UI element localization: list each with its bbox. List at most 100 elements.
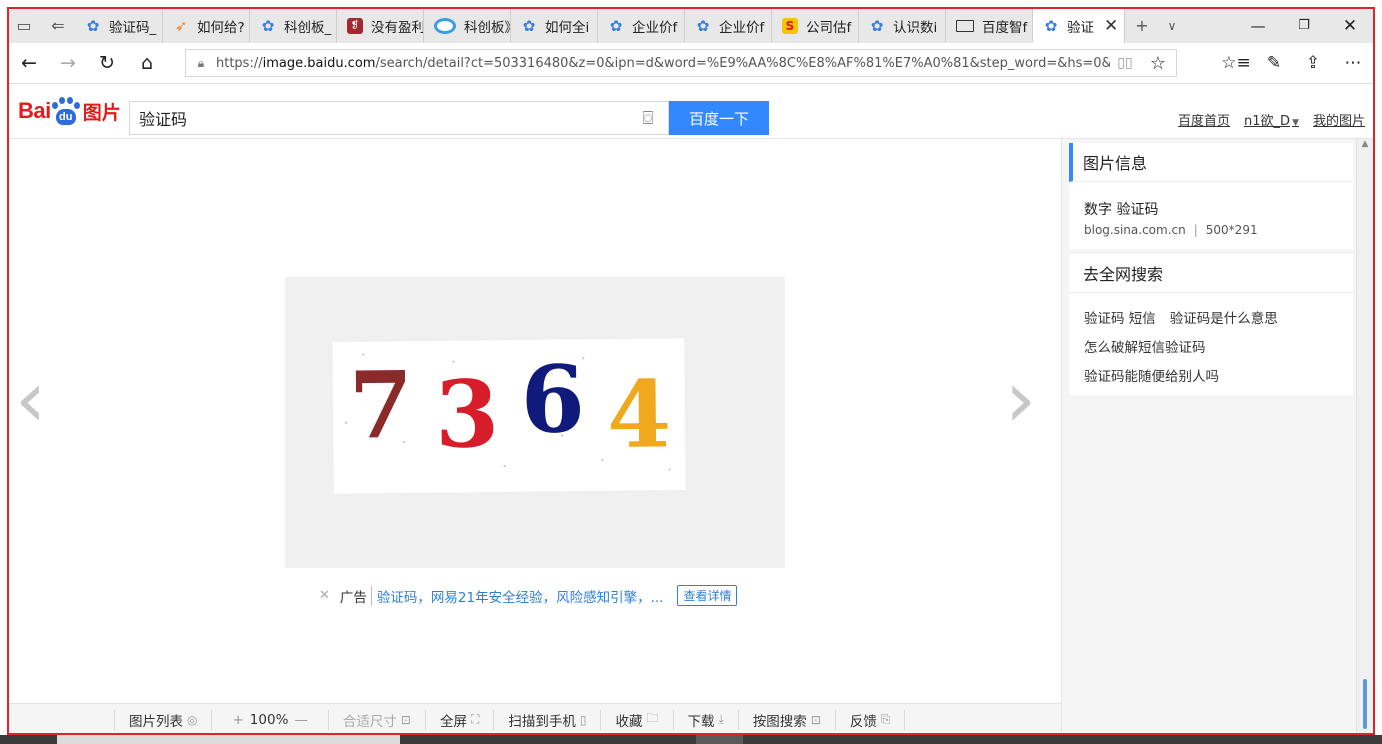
site-icon: ❡ xyxy=(347,17,363,34)
ad-details-button[interactable]: 查看详情 xyxy=(677,585,738,606)
back-icon[interactable]: ← xyxy=(11,47,47,79)
lock-icon[interactable]: 🔒︎ xyxy=(186,56,216,71)
my-images-link[interactable]: 我的图片 xyxy=(1313,110,1365,129)
baidu-paw-icon: ✿ xyxy=(261,16,275,35)
home-icon[interactable]: ⌂ xyxy=(129,47,165,79)
camera-search-icon[interactable]: ⌼ xyxy=(628,108,668,129)
taskbar-item[interactable] xyxy=(696,735,743,744)
set-aside-tabs-icon[interactable]: ⇐ xyxy=(43,9,73,42)
tab[interactable]: 科创板》 xyxy=(424,9,511,42)
fullscreen-icon: ⛶ xyxy=(470,712,480,726)
ad-bar: ✕ 广告 验证码，网易21年安全经验，风险感知引擎，... 查看详情 xyxy=(319,585,738,606)
search-button[interactable]: 百度一下 xyxy=(669,101,769,135)
zoom-out-icon[interactable]: — xyxy=(294,712,308,728)
close-ad-icon[interactable]: ✕ xyxy=(319,588,330,603)
tab[interactable]: ✿ 企业价f xyxy=(598,9,685,42)
previous-image-arrow-icon[interactable]: ‹ xyxy=(15,361,46,439)
toolbar-label: 按图搜索 xyxy=(752,713,807,730)
refresh-icon[interactable]: ↻ xyxy=(89,47,125,79)
related-search-link[interactable]: 验证码 短信 xyxy=(1084,311,1156,327)
user-name[interactable]: n1欲_D xyxy=(1244,114,1290,129)
main-image[interactable]: 7 3 6 4 xyxy=(285,277,785,568)
browser-window: ▭ ⇐ ✿ 验证码_ ➶ 如何给? ✿ 科创板_ ❡ 没有盈利 科创板》 ✿ 如… xyxy=(7,7,1375,735)
scroll-up-icon[interactable]: ▲ xyxy=(1357,139,1373,149)
noise-dot xyxy=(668,468,671,471)
scan-to-phone-button[interactable]: 扫描到手机 ▯ xyxy=(493,709,600,730)
tab[interactable]: ✿ 验证码_ xyxy=(75,9,163,42)
tab[interactable]: ✿ 如何全i xyxy=(511,9,598,42)
user-menu[interactable]: n1欲_D ▼ xyxy=(1244,110,1299,129)
scroll-thumb[interactable] xyxy=(1363,679,1367,729)
forward-icon[interactable]: → xyxy=(50,47,86,79)
notes-pen-icon[interactable]: ✎ xyxy=(1255,47,1293,79)
tab-title: 没有盈利 xyxy=(371,19,424,36)
url-text[interactable]: https://image.baidu.com/search/detail?ct… xyxy=(216,56,1110,71)
viewer-toolbar: 图片列表 ◎ +100% — 合适尺寸 ⊡ 全屏 ⛶ 扫描到手机 ▯ 收藏 🗀︎ 下载 ⤓ 按… xyxy=(9,703,1061,733)
tab-strip: ▭ ⇐ ✿ 验证码_ ➶ 如何给? ✿ 科创板_ ❡ 没有盈利 科创板》 ✿ 如… xyxy=(9,9,1373,44)
fullscreen-button[interactable]: 全屏 ⛶ xyxy=(424,709,493,730)
baidu-paw-icon: ✿ xyxy=(522,16,536,35)
tab-title: 验证码_ xyxy=(109,19,157,36)
feedback-button[interactable]: 反馈 ⎘ xyxy=(834,709,906,730)
navigation-bar: ← → ↻ ⌂ 🔒︎ https://image.baidu.com/searc… xyxy=(9,43,1373,84)
tab[interactable]: ✿ 科创板_ xyxy=(250,9,337,42)
zoom-level: 100% xyxy=(249,711,289,728)
image-list-button[interactable]: 图片列表 ◎ xyxy=(114,709,211,730)
captcha-image: 7 3 6 4 xyxy=(332,338,686,494)
tab[interactable]: ✿ 企业价f xyxy=(685,9,772,42)
search-by-image-button[interactable]: 按图搜索 ⊡ xyxy=(737,709,835,730)
minimize-icon[interactable]: — xyxy=(1235,9,1281,42)
site-icon xyxy=(434,17,456,34)
tab[interactable]: ❡ 没有盈利 xyxy=(337,9,424,42)
top-links: 百度首页 n1欲_D ▼ 我的图片 xyxy=(1178,110,1365,129)
noise-dot xyxy=(561,434,564,437)
taskbar-item[interactable] xyxy=(57,735,400,744)
related-search-link[interactable]: 怎么破解短信验证码 xyxy=(1084,340,1206,356)
logo-text: Bai xyxy=(18,98,51,123)
ad-link[interactable]: 验证码，网易21年安全经验，风险感知引擎，... xyxy=(377,586,664,606)
share-icon[interactable]: ⇪ xyxy=(1294,47,1332,79)
more-icon[interactable]: ⋯ xyxy=(1334,47,1372,79)
favorites-hub-icon[interactable]: ☆≡ xyxy=(1217,47,1255,79)
noise-dot xyxy=(503,465,506,468)
search-query[interactable]: 验证码 xyxy=(130,106,628,130)
next-image-arrow-icon[interactable]: › xyxy=(1005,361,1036,439)
baidu-home-link[interactable]: 百度首页 xyxy=(1178,110,1230,129)
tab[interactable]: ➶ 如何给? xyxy=(163,9,250,42)
captcha-digit: 4 xyxy=(606,360,672,469)
fit-size-button[interactable]: 合适尺寸 ⊡ xyxy=(327,709,425,730)
tab[interactable]: S 公司估f xyxy=(772,9,859,42)
baidu-logo[interactable]: Bai du 图片 xyxy=(18,96,121,126)
tab[interactable]: 百度智f xyxy=(946,9,1033,42)
address-bar[interactable]: 🔒︎ https://image.baidu.com/search/detail… xyxy=(185,49,1177,77)
tab-actions-icon[interactable]: ▭ xyxy=(9,9,39,42)
site-icon: S xyxy=(782,17,798,34)
baidu-paw-icon: ✿ xyxy=(1044,17,1058,35)
tab[interactable]: ✿ 认识数i xyxy=(859,9,946,42)
tab-title: 认识数i xyxy=(893,19,938,36)
tab-preview-chevron-icon[interactable]: ∨ xyxy=(1157,9,1187,42)
reading-view-icon[interactable]: ▯▯ xyxy=(1110,55,1140,71)
close-tab-icon[interactable]: ✕ xyxy=(1094,16,1118,36)
phone-icon: ▯ xyxy=(579,712,587,727)
logo-du-text: du xyxy=(55,109,76,125)
restore-icon[interactable]: ❐ xyxy=(1281,9,1327,42)
related-search-link[interactable]: 验证码是什么意思 xyxy=(1170,311,1278,327)
separator: | xyxy=(1193,223,1198,237)
scrollbar[interactable]: ▲ xyxy=(1356,139,1373,733)
image-source-link[interactable]: blog.sina.com.cn xyxy=(1084,223,1186,237)
image-meta: blog.sina.com.cn | 500*291 xyxy=(1084,223,1258,237)
zoom-control: +100% — xyxy=(211,709,327,730)
zoom-in-icon[interactable]: + xyxy=(232,712,243,728)
favorite-star-icon[interactable]: ☆ xyxy=(1140,53,1176,74)
close-window-icon[interactable]: ✕ xyxy=(1327,9,1373,42)
baidu-paw-icon: ✿ xyxy=(696,16,710,35)
tab-active[interactable]: ✿ 验证 ✕ xyxy=(1033,9,1125,43)
search-input[interactable]: 验证码 ⌼ xyxy=(129,101,669,135)
noise-dot xyxy=(601,459,604,462)
collect-button[interactable]: 收藏 🗀︎ xyxy=(600,709,672,730)
new-tab-icon[interactable]: + xyxy=(1127,9,1157,42)
chevron-down-icon[interactable]: ▼ xyxy=(1292,118,1299,128)
related-search-link[interactable]: 验证码能随便给别人吗 xyxy=(1084,369,1219,385)
download-button[interactable]: 下载 ⤓ xyxy=(672,709,738,730)
